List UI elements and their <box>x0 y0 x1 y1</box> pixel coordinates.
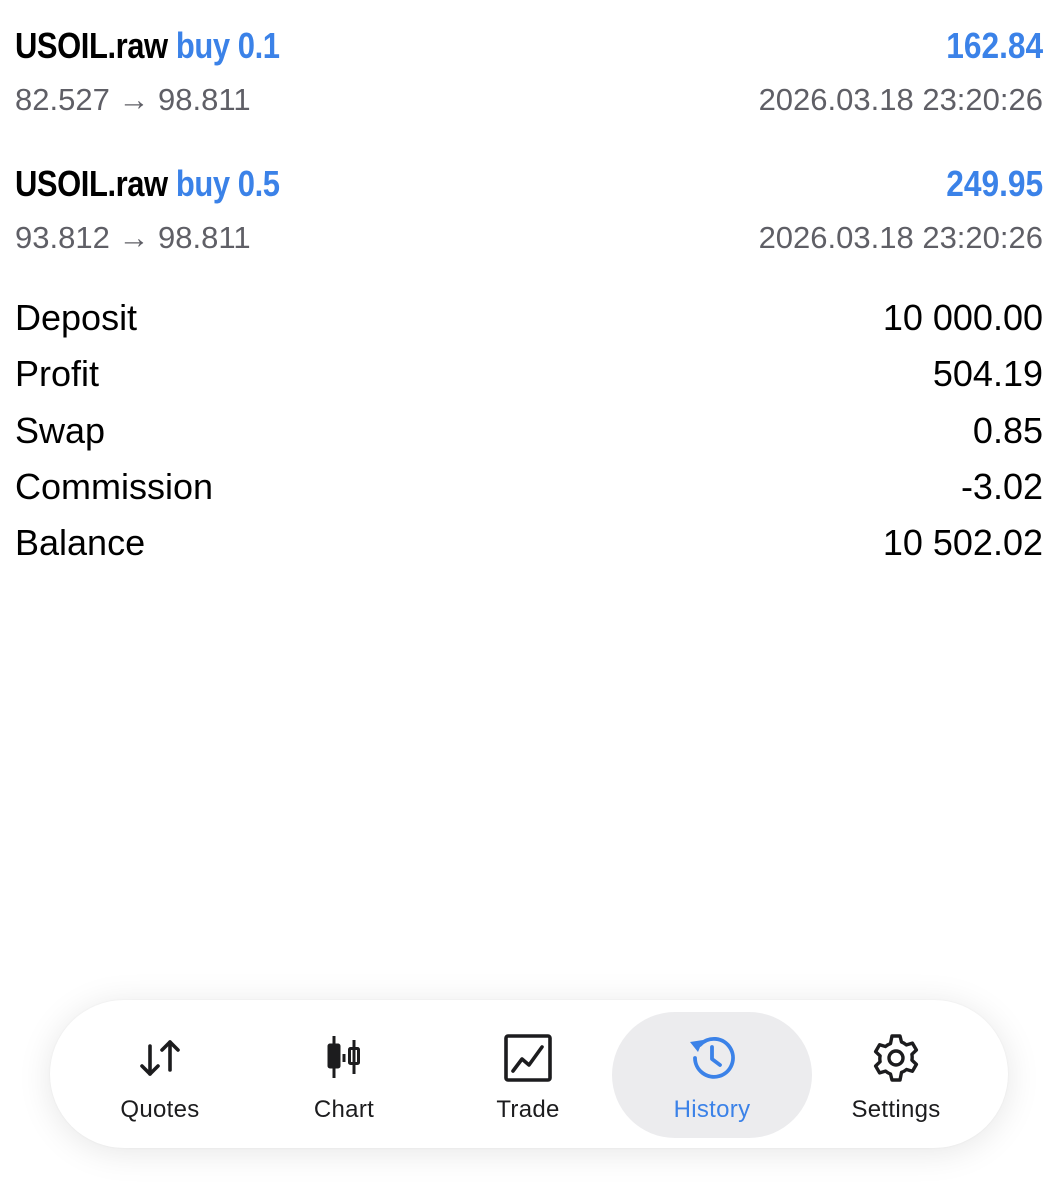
candlestick-icon <box>327 1036 360 1078</box>
deal-time: 2026.03.18 23:20:26 <box>758 82 1043 117</box>
tab-label: Chart <box>313 1096 375 1123</box>
deal-side-volume: buy 0.5 <box>175 163 280 204</box>
summary-value: 0.85 <box>972 409 1043 451</box>
summary-label: Profit <box>15 353 100 395</box>
deal-side-volume: buy 0.1 <box>175 25 280 66</box>
tab-history[interactable]: History <box>612 1012 812 1138</box>
tab-settings[interactable]: Settings <box>796 1012 996 1138</box>
summary-value: -3.02 <box>960 466 1043 508</box>
summary-label: Deposit <box>15 297 138 339</box>
summary-label: Commission <box>15 466 214 508</box>
summary-row-swap: Swap 0.85 <box>15 403 1043 459</box>
deal-prices: 93.812 → 98.811 <box>15 220 251 255</box>
deal-prices: 82.527 → 98.811 <box>15 82 251 117</box>
bottom-tab-bar: Quotes Chart Trade History Settings <box>50 1000 1008 1148</box>
deal-list: USOIL.raw buy 0.1 162.84 82.527 → 98.811… <box>15 20 1043 296</box>
tab-label: History <box>673 1096 751 1123</box>
summary-row-deposit: Deposit 10 000.00 <box>15 290 1043 346</box>
trade-chart-icon <box>504 1034 552 1082</box>
summary-value: 10 502.02 <box>882 522 1043 564</box>
summary-row-commission: Commission -3.02 <box>15 459 1043 515</box>
deal-symbol-name: USOIL.raw <box>15 25 168 66</box>
summary-value: 504.19 <box>932 353 1043 395</box>
deal-time: 2026.03.18 23:20:26 <box>758 220 1043 255</box>
deal-symbol: USOIL.raw buy 0.1 <box>15 25 280 67</box>
tab-label: Settings <box>851 1096 941 1123</box>
summary-label: Swap <box>15 409 106 451</box>
history-clock-icon <box>690 1036 735 1079</box>
history-summary: Deposit 10 000.00 Profit 504.19 Swap 0.8… <box>15 290 1043 571</box>
summary-value: 10 000.00 <box>882 297 1043 339</box>
summary-row-profit: Profit 504.19 <box>15 346 1043 402</box>
deal-symbol: USOIL.raw buy 0.5 <box>15 163 280 205</box>
tab-trade[interactable]: Trade <box>428 1012 628 1138</box>
tab-quotes[interactable]: Quotes <box>60 1012 260 1138</box>
deal-symbol-name: USOIL.raw <box>15 163 168 204</box>
tab-chart[interactable]: Chart <box>244 1012 444 1138</box>
deal-profit: 249.95 <box>946 163 1043 204</box>
deal-profit: 162.84 <box>946 25 1043 66</box>
deal-item[interactable]: USOIL.raw buy 0.1 162.84 82.527 → 98.811… <box>15 20 1043 158</box>
gear-icon <box>873 1034 919 1082</box>
deal-item[interactable]: USOIL.raw buy 0.5 249.95 93.812 → 98.811… <box>15 158 1043 296</box>
quotes-arrows-icon <box>140 1040 180 1076</box>
tab-label: Trade <box>496 1096 560 1123</box>
summary-label: Balance <box>15 522 146 564</box>
tab-label: Quotes <box>120 1096 200 1123</box>
summary-row-balance: Balance 10 502.02 <box>15 515 1043 571</box>
